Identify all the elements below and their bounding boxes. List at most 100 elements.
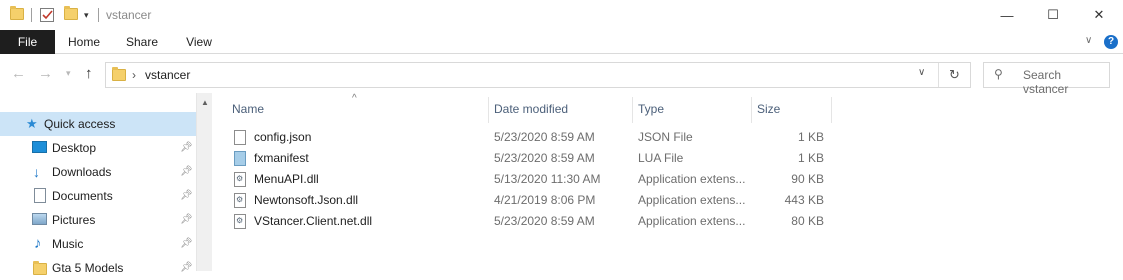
refresh-icon[interactable]: ↻ (949, 67, 960, 83)
chevron-down-icon[interactable]: ∨ (1085, 35, 1092, 46)
file-name: config.json (254, 130, 312, 144)
minimize-button[interactable]: — (984, 0, 1030, 30)
file-type: Application extens... (638, 193, 746, 207)
file-row[interactable]: Newtonsoft.Json.dll 4/21/2019 8:06 PM Ap… (232, 190, 832, 211)
sidebar-item-label: Quick access (44, 117, 116, 131)
title-bar: ▾ vstancer — ☐ ✕ (0, 0, 1123, 30)
file-size: 90 KB (791, 172, 824, 186)
tab-share[interactable]: Share (118, 30, 166, 54)
download-arrow-icon: ↓ (33, 164, 40, 180)
file-name: VStancer.Client.net.dll (254, 214, 373, 228)
close-button[interactable]: ✕ (1076, 0, 1122, 30)
star-icon: ★ (26, 116, 38, 131)
pin-icon[interactable]: 📌︎ (180, 208, 193, 232)
tab-view[interactable]: View (175, 30, 223, 54)
navigation-pane: ★ Quick access Desktop 📌︎ ↓ Downloads 📌︎… (0, 93, 212, 275)
file-name: Newtonsoft.Json.dll (254, 193, 359, 207)
close-icon: ✕ (1093, 7, 1105, 22)
sidebar-item-downloads[interactable]: ↓ Downloads 📌︎ (0, 160, 196, 184)
scroll-up-arrow-icon[interactable]: ▲ (201, 98, 209, 107)
lua-file-icon (234, 151, 246, 166)
sidebar-item-music[interactable]: ♪ Music 📌︎ (0, 232, 196, 256)
sidebar-item-gta-5-models[interactable]: Gta 5 Models 📌︎ (0, 256, 196, 280)
sidebar-item-documents[interactable]: Documents 📌︎ (0, 184, 196, 208)
sidebar-item-label: Music (52, 237, 84, 251)
sidebar-item-quick-access[interactable]: ★ Quick access (0, 112, 196, 136)
file-date: 4/21/2019 8:06 PM (494, 193, 596, 207)
file-icon (234, 130, 246, 145)
folder-icon (112, 67, 126, 81)
up-arrow-icon[interactable]: ↑ (85, 65, 93, 82)
divider (31, 8, 32, 22)
column-header-size[interactable]: Size (751, 97, 831, 121)
desktop-icon (32, 141, 47, 153)
maximize-icon: ☐ (1047, 7, 1059, 22)
file-size: 1 KB (797, 151, 824, 165)
customize-qat-chevron-icon[interactable]: ▾ (84, 10, 89, 21)
sidebar-item-desktop[interactable]: Desktop 📌︎ (0, 136, 196, 160)
pin-icon[interactable]: 📌︎ (180, 232, 193, 256)
file-row[interactable]: MenuAPI.dll 5/13/2020 11:30 AM Applicati… (232, 169, 832, 190)
divider (98, 8, 99, 22)
file-type: LUA File (638, 151, 684, 165)
divider (938, 63, 939, 87)
file-name: fxmanifest (254, 151, 309, 165)
search-placeholder: Search vstancer (1023, 68, 1069, 96)
search-input[interactable]: ⚲ Search vstancer (983, 62, 1110, 96)
window-title: vstancer (106, 8, 152, 22)
folder-icon (33, 261, 47, 275)
file-name: MenuAPI.dll (254, 172, 319, 186)
file-row[interactable]: VStancer.Client.net.dll 5/23/2020 8:59 A… (232, 211, 832, 232)
column-header-name[interactable]: Name (226, 97, 490, 121)
back-arrow-icon[interactable]: ← (11, 65, 26, 82)
music-note-icon: ♪ (34, 235, 42, 252)
properties-icon[interactable] (40, 8, 54, 22)
file-size: 443 KB (784, 193, 824, 207)
tab-home[interactable]: Home (60, 30, 108, 54)
minimize-icon: — (1000, 7, 1014, 23)
file-type: Application extens... (638, 172, 746, 186)
breadcrumb-separator: › (132, 68, 136, 82)
pin-icon[interactable]: 📌︎ (180, 256, 193, 280)
sidebar-item-label: Downloads (52, 165, 112, 179)
pin-icon[interactable]: 📌︎ (180, 136, 193, 160)
breadcrumb-current[interactable]: vstancer (145, 68, 190, 82)
sidebar-item-label: Pictures (52, 213, 96, 227)
address-row: ← → ▾ ↑ › vstancer ∨ ↻ ⚲ Search vstancer (0, 55, 1123, 96)
new-folder-icon[interactable] (64, 6, 78, 20)
tab-file[interactable]: File (0, 30, 55, 54)
recent-locations-chevron-icon[interactable]: ▾ (66, 68, 71, 79)
file-type: Application extens... (638, 214, 746, 228)
dll-icon (234, 214, 246, 229)
column-header-type[interactable]: Type (632, 97, 752, 121)
dll-icon (234, 193, 246, 208)
maximize-button[interactable]: ☐ (1030, 0, 1076, 30)
search-icon: ⚲ (994, 67, 1003, 81)
sidebar-item-label: Documents (52, 189, 113, 203)
sidebar-item-pictures[interactable]: Pictures 📌︎ (0, 208, 196, 232)
column-divider[interactable] (831, 97, 832, 123)
pin-icon[interactable]: 📌︎ (180, 160, 193, 184)
pin-icon[interactable]: 📌︎ (180, 184, 193, 208)
nav-scrollbar[interactable]: ▲ (196, 93, 212, 271)
file-size: 80 KB (791, 214, 824, 228)
forward-arrow-icon[interactable]: → (38, 65, 53, 82)
documents-icon (34, 188, 46, 203)
file-type: JSON File (638, 130, 693, 144)
file-size: 1 KB (797, 130, 824, 144)
help-icon[interactable]: ? (1104, 35, 1118, 49)
sidebar-item-label: Desktop (52, 141, 97, 155)
file-list: ^ Name Date modified Type Size config.js… (212, 93, 1123, 271)
dll-icon (234, 172, 246, 187)
file-row[interactable]: config.json 5/23/2020 8:59 AM JSON File … (232, 127, 832, 148)
file-date: 5/23/2020 8:59 AM (494, 130, 595, 144)
folder-icon (10, 6, 24, 20)
address-bar[interactable]: › vstancer ∨ ↻ (105, 62, 971, 88)
file-row[interactable]: fxmanifest 5/23/2020 8:59 AM LUA File 1 … (232, 148, 832, 169)
column-header-date-modified[interactable]: Date modified (488, 97, 632, 121)
file-date: 5/13/2020 11:30 AM (494, 172, 601, 186)
address-history-chevron-icon[interactable]: ∨ (918, 67, 925, 78)
pictures-icon (32, 213, 47, 225)
file-date: 5/23/2020 8:59 AM (494, 214, 595, 228)
file-date: 5/23/2020 8:59 AM (494, 151, 595, 165)
